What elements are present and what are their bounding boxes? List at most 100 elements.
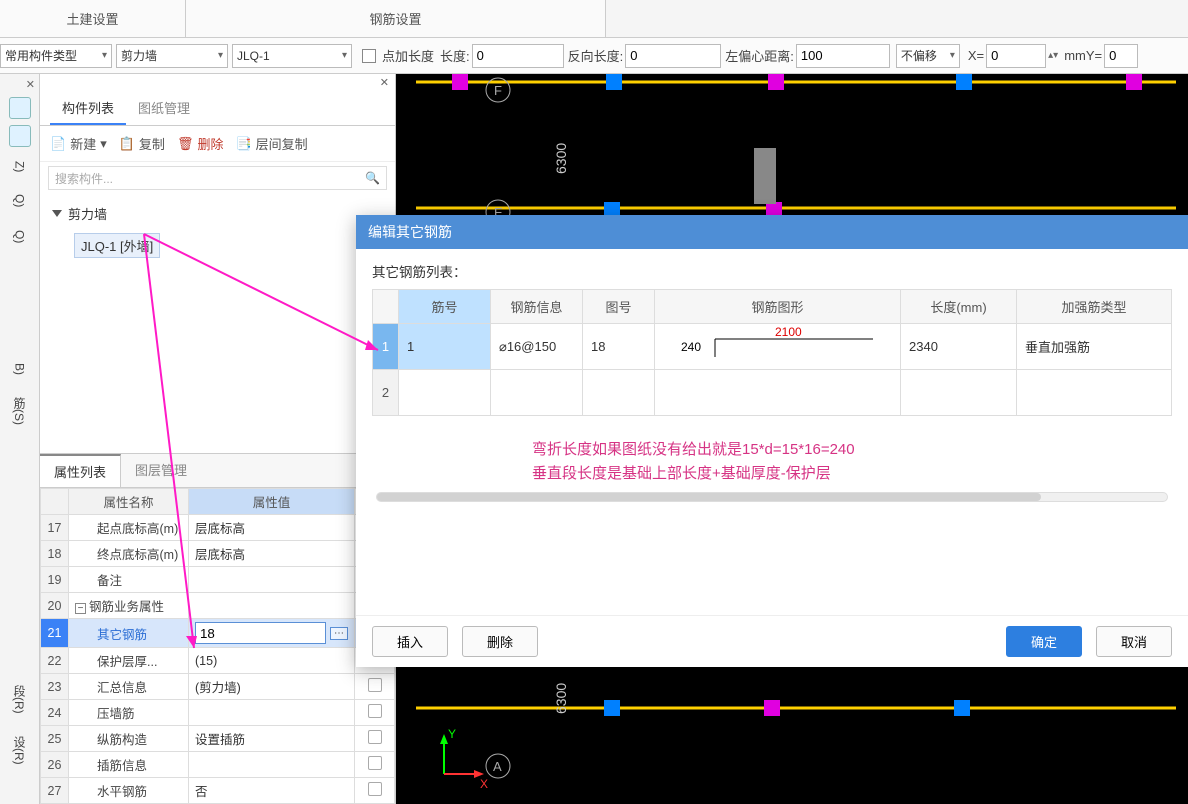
cancel-button[interactable]: 取消 bbox=[1096, 626, 1172, 657]
table-row[interactable]: 17起点底标高(m)层底标高 bbox=[41, 515, 395, 541]
tab-layer-manage[interactable]: 图层管理 bbox=[121, 454, 201, 487]
property-value[interactable]: 否 bbox=[189, 778, 355, 804]
label-point-add-length: 点加长度 bbox=[382, 46, 434, 65]
tab-tujian[interactable]: 土建设置 bbox=[0, 0, 186, 37]
select-member-type[interactable]: 常用构件类型▾ bbox=[0, 44, 112, 68]
cell-length[interactable]: 2340 bbox=[901, 324, 1017, 370]
tree-item-jlq1[interactable]: JLQ-1 [外墙] bbox=[74, 233, 160, 258]
delete-button[interactable]: 🗑 删除 bbox=[177, 134, 224, 153]
tab-property-list[interactable]: 属性列表 bbox=[40, 454, 121, 487]
edit-other-rebar-dialog: 编辑其它钢筋 其它钢筋列表： 筋号 钢筋信息 图号 钢筋图形 长度(mm) 加强… bbox=[356, 215, 1188, 667]
nav-icon-2[interactable] bbox=[9, 125, 31, 147]
property-value[interactable]: ⋯ bbox=[189, 619, 355, 648]
table-row[interactable]: 20−钢筋业务属性 bbox=[41, 593, 395, 619]
search-input[interactable]: 搜索构件... 🔍 bbox=[48, 166, 387, 190]
table-row[interactable]: 21其它钢筋⋯ bbox=[41, 619, 395, 648]
checkbox-icon[interactable] bbox=[368, 704, 382, 718]
extra-checkbox-cell[interactable] bbox=[355, 752, 395, 778]
col-reinforce-type[interactable]: 加强筋类型 bbox=[1017, 290, 1172, 324]
delete-button[interactable]: 删除 bbox=[462, 626, 538, 657]
close-icon[interactable]: ✕ bbox=[26, 78, 35, 91]
nav-icon-1[interactable] bbox=[9, 97, 31, 119]
table-row[interactable]: 24压墙筋 bbox=[41, 700, 395, 726]
input-length[interactable] bbox=[472, 44, 564, 68]
table-row[interactable]: 26插筋信息 bbox=[41, 752, 395, 778]
checkbox-icon[interactable] bbox=[368, 756, 382, 770]
property-value[interactable] bbox=[189, 752, 355, 778]
checkbox-icon[interactable] bbox=[368, 782, 382, 796]
checkbox-icon[interactable] bbox=[368, 730, 382, 744]
checkbox-icon[interactable] bbox=[368, 678, 382, 692]
property-value[interactable]: 层底标高 bbox=[189, 541, 355, 567]
table-row[interactable]: 25纵筋构造设置插筋 bbox=[41, 726, 395, 752]
horizontal-scrollbar[interactable] bbox=[376, 492, 1168, 502]
tree-root-shear-wall[interactable]: 剪力墙 bbox=[50, 200, 385, 227]
select-wall-type[interactable]: 剪力墙▾ bbox=[116, 44, 228, 68]
extra-checkbox-cell[interactable] bbox=[355, 778, 395, 804]
property-value[interactable]: (15) bbox=[189, 648, 355, 674]
property-value[interactable]: 层底标高 bbox=[189, 515, 355, 541]
side-item[interactable]: B) bbox=[13, 363, 27, 375]
floor-copy-button[interactable]: 📑 层间复制 bbox=[235, 134, 307, 153]
more-icon[interactable]: ⋯ bbox=[330, 627, 348, 640]
row-number: 17 bbox=[41, 515, 69, 541]
extra-checkbox-cell[interactable] bbox=[355, 674, 395, 700]
extra-checkbox-cell[interactable] bbox=[355, 700, 395, 726]
table-row[interactable]: 18终点底标高(m)层底标高 bbox=[41, 541, 395, 567]
cell-type[interactable]: 垂直加强筋 bbox=[1017, 324, 1172, 370]
property-value[interactable]: (剪力墙) bbox=[189, 674, 355, 700]
label-rev-length: 反向长度: bbox=[568, 46, 624, 65]
col-rebar-no[interactable]: 筋号 bbox=[399, 290, 491, 324]
svg-text:240: 240 bbox=[681, 340, 701, 354]
copy-button[interactable]: 📋 复制 bbox=[119, 134, 165, 153]
property-value[interactable] bbox=[189, 567, 355, 593]
table-row[interactable]: 1 1 ⌀16@150 18 240 2100 2340 垂直加强筋 bbox=[373, 324, 1172, 370]
col-img-no[interactable]: 图号 bbox=[583, 290, 655, 324]
side-item[interactable]: 设(R) bbox=[11, 736, 28, 765]
tab-component-list[interactable]: 构件列表 bbox=[50, 92, 126, 125]
tab-gangjin[interactable]: 钢筋设置 bbox=[186, 0, 606, 37]
checkbox-point-add-length[interactable] bbox=[362, 49, 376, 63]
input-eccentric[interactable] bbox=[796, 44, 890, 68]
table-row[interactable]: 2 bbox=[373, 370, 1172, 416]
extra-checkbox-cell[interactable] bbox=[355, 726, 395, 752]
property-value[interactable] bbox=[189, 700, 355, 726]
side-item[interactable]: 筋(S) bbox=[11, 397, 28, 425]
property-input[interactable] bbox=[195, 622, 326, 644]
col-length[interactable]: 长度(mm) bbox=[901, 290, 1017, 324]
cell-rebar-shape[interactable]: 240 2100 bbox=[655, 324, 901, 370]
component-panel: ✕ 构件列表 图纸管理 📄 新建 ▾ 📋 复制 🗑 删除 📑 层间复制 搜索构件… bbox=[40, 74, 396, 804]
table-row[interactable]: 23汇总信息(剪力墙) bbox=[41, 674, 395, 700]
new-button[interactable]: 📄 新建 ▾ bbox=[50, 134, 107, 153]
side-item[interactable]: Q) bbox=[13, 230, 27, 243]
property-value[interactable] bbox=[189, 593, 355, 619]
table-row[interactable]: 19备注 bbox=[41, 567, 395, 593]
label-x: X= bbox=[968, 48, 984, 63]
svg-text:6300: 6300 bbox=[553, 683, 569, 714]
property-value[interactable]: 设置插筋 bbox=[189, 726, 355, 752]
ok-button[interactable]: 确定 bbox=[1006, 626, 1082, 657]
input-mmy[interactable] bbox=[1104, 44, 1138, 68]
table-row[interactable]: 27水平钢筋否 bbox=[41, 778, 395, 804]
input-rev-length[interactable] bbox=[625, 44, 721, 68]
cell-rebar-info[interactable]: ⌀16@150 bbox=[491, 324, 583, 370]
col-rebar-shape[interactable]: 钢筋图形 bbox=[655, 290, 901, 324]
close-icon[interactable]: ✕ bbox=[380, 76, 389, 89]
side-item[interactable]: 段(R) bbox=[11, 685, 28, 714]
table-row[interactable]: 22保护层厚...(15) bbox=[41, 648, 395, 674]
side-item[interactable]: Z) bbox=[13, 161, 27, 172]
property-name: 终点底标高(m) bbox=[69, 541, 189, 567]
property-name: 水平钢筋 bbox=[69, 778, 189, 804]
cell-rebar-no[interactable]: 1 bbox=[399, 324, 491, 370]
tab-drawing-manage[interactable]: 图纸管理 bbox=[126, 92, 202, 125]
row-number: 25 bbox=[41, 726, 69, 752]
dialog-caption: 其它钢筋列表： bbox=[372, 261, 1172, 281]
select-jlq[interactable]: JLQ-1▾ bbox=[232, 44, 352, 68]
property-name: 保护层厚... bbox=[69, 648, 189, 674]
cell-img-no[interactable]: 18 bbox=[583, 324, 655, 370]
insert-button[interactable]: 插入 bbox=[372, 626, 448, 657]
side-item[interactable]: Q) bbox=[13, 194, 27, 207]
input-x[interactable] bbox=[986, 44, 1046, 68]
select-offset[interactable]: 不偏移▾ bbox=[896, 44, 960, 68]
col-rebar-info[interactable]: 钢筋信息 bbox=[491, 290, 583, 324]
